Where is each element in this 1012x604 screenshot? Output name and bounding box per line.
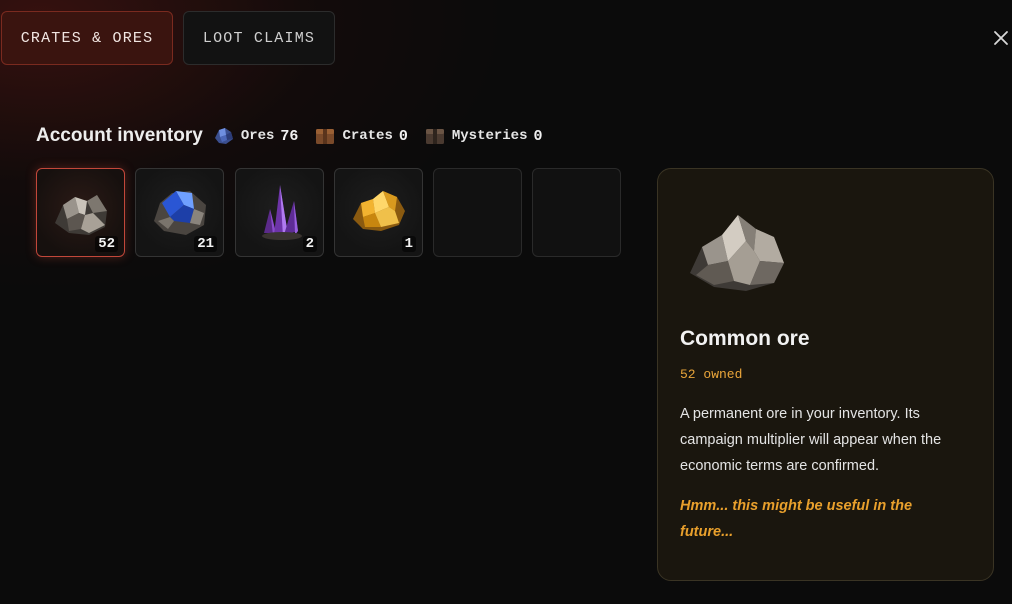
close-icon [994, 31, 1008, 45]
slot-count: 2 [302, 236, 317, 252]
tab-loot-claims[interactable]: LOOT CLAIMS [183, 11, 335, 65]
stat-crates: Crates 0 [314, 126, 408, 146]
stat-ores: Ores 76 [213, 126, 299, 146]
slot-count: 21 [194, 236, 217, 252]
gold-ore-icon [353, 191, 405, 231]
crate-icon [316, 129, 335, 144]
purple-crystal-icon [262, 185, 302, 240]
stat-mysteries: Mysteries 0 [424, 126, 543, 146]
inventory-title: Account inventory [36, 125, 203, 146]
inventory-slot-blue-ore[interactable]: 21 [135, 168, 224, 257]
inventory-slot-common-ore[interactable]: 52 [36, 168, 125, 257]
item-title: Common ore [680, 327, 810, 350]
stat-crates-value: 0 [398, 127, 408, 145]
slot-count: 1 [401, 236, 416, 252]
mystery-crate-icon [425, 129, 444, 144]
item-owned-count: 52 owned [680, 367, 743, 382]
blue-ore-icon [154, 191, 206, 235]
close-button[interactable] [990, 26, 1012, 50]
item-detail-panel: Common ore 52 owned A permanent ore in y… [657, 168, 994, 581]
inventory-header: Account inventory Ores 76 Crates 0 Myste… [36, 124, 559, 148]
inventory-slot-gold-ore[interactable]: 1 [334, 168, 423, 257]
item-flavor-text: Hmm... this might be useful in the futur… [680, 498, 913, 540]
stat-ores-label: Ores [240, 128, 275, 144]
inventory-slot-purple-crystal[interactable]: 2 [235, 168, 324, 257]
stat-ores-value: 76 [280, 127, 299, 145]
ore-icon [214, 128, 233, 144]
stat-crates-label: Crates [342, 128, 393, 144]
item-description: A permanent ore in your inventory. Its c… [680, 406, 942, 474]
common-ore-large-icon [690, 215, 784, 291]
common-ore-icon [55, 195, 107, 235]
slot-count: 52 [95, 236, 118, 252]
tab-crates-and-ores[interactable]: CRATES & ORES [1, 11, 173, 65]
stat-mysteries-value: 0 [533, 127, 543, 145]
inventory-slot-empty[interactable] [433, 168, 522, 257]
inventory-slot-empty[interactable] [532, 168, 621, 257]
stat-mysteries-label: Mysteries [451, 128, 528, 144]
